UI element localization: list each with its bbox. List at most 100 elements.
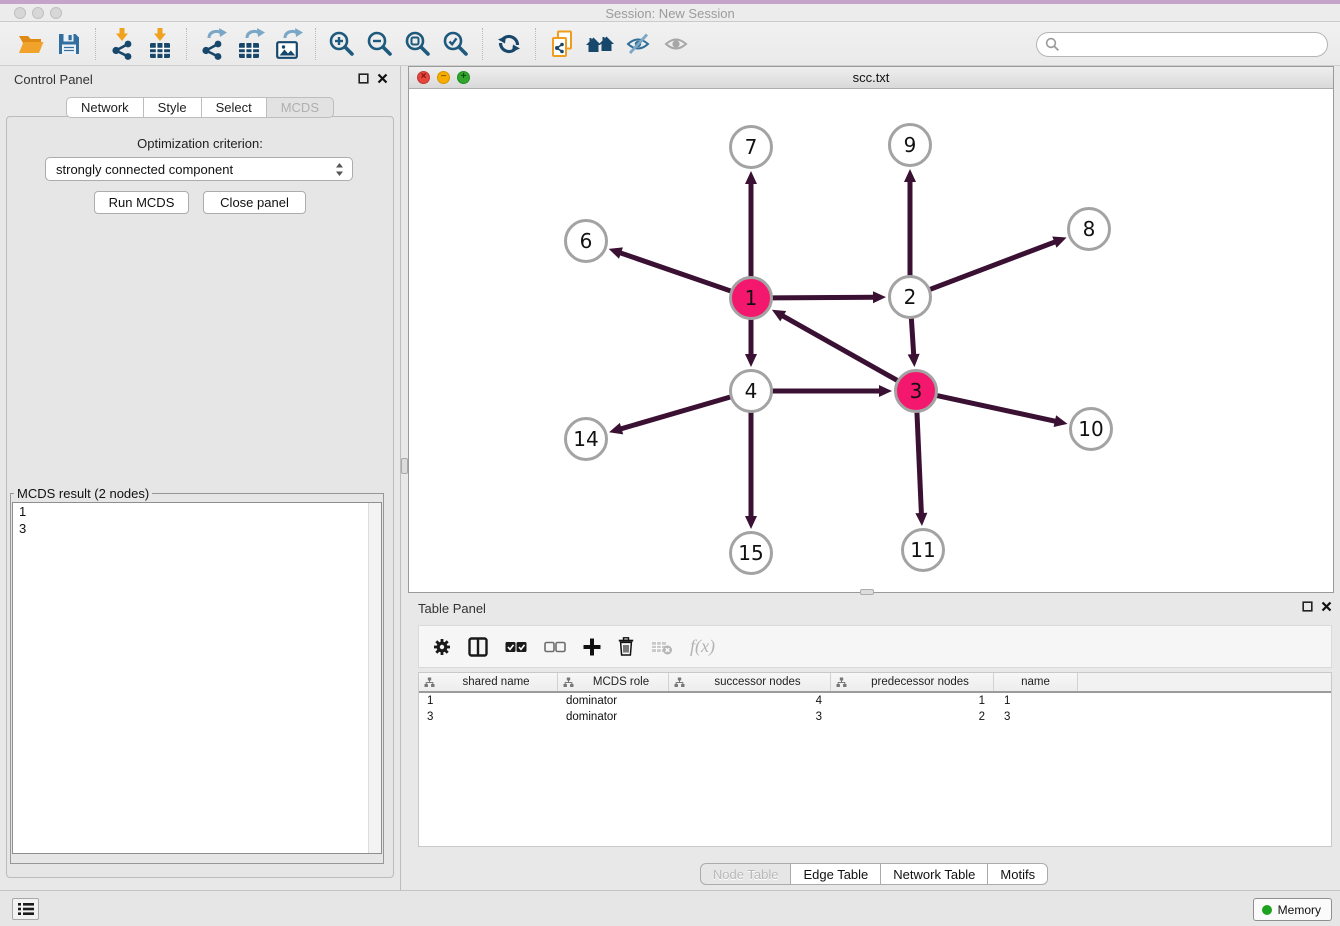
- horizontal-splitter-grip[interactable]: [860, 589, 874, 595]
- float-table-panel-icon[interactable]: [1302, 601, 1313, 612]
- zoom-fit-button[interactable]: [399, 25, 437, 63]
- node-table: shared name MCDS role successor nodes pr…: [418, 672, 1332, 847]
- memory-button[interactable]: Memory: [1253, 898, 1332, 921]
- graph-node-9[interactable]: 9: [888, 123, 932, 167]
- graph-node-1[interactable]: 1: [729, 276, 773, 320]
- export-network-button[interactable]: [194, 25, 232, 63]
- column-header-shared-name[interactable]: shared name: [419, 673, 558, 691]
- tab-node-table[interactable]: Node Table: [700, 863, 792, 885]
- graph-edge-arrow: [879, 385, 892, 397]
- criterion-dropdown[interactable]: strongly connected component: [45, 157, 353, 181]
- cell-mcds-role: dominator: [558, 695, 669, 707]
- result-scrollbar[interactable]: [368, 503, 381, 853]
- column-header-successor-nodes[interactable]: successor nodes: [669, 673, 831, 691]
- close-panel-icon[interactable]: [377, 73, 388, 84]
- memory-label: Memory: [1278, 903, 1321, 917]
- refresh-icon: [496, 31, 522, 57]
- delete-table-icon-disabled: [651, 639, 673, 655]
- graph-edge[interactable]: [937, 396, 1056, 422]
- tab-network-table[interactable]: Network Table: [881, 863, 988, 885]
- column-header-name[interactable]: name: [994, 673, 1078, 691]
- graph-node-7[interactable]: 7: [729, 125, 773, 169]
- close-panel-button[interactable]: Close panel: [203, 191, 306, 214]
- graph-edge-arrow: [908, 354, 920, 367]
- select-all-icon[interactable]: [505, 640, 527, 654]
- column-header-mcds-role[interactable]: MCDS role: [558, 673, 669, 691]
- table-settings-gear-icon[interactable]: [433, 638, 451, 656]
- column-header-predecessor-nodes[interactable]: predecessor nodes: [831, 673, 994, 691]
- optimization-criterion-label: Optimization criterion:: [0, 136, 400, 151]
- table-panel: Table Panel f(x) shared name: [408, 595, 1340, 890]
- graph-node-3[interactable]: 3: [894, 369, 938, 413]
- delete-column-trash-icon[interactable]: [618, 637, 634, 656]
- graph-node-8[interactable]: 8: [1067, 207, 1111, 251]
- table-row[interactable]: 1 dominator 4 1 1: [419, 693, 1331, 709]
- toolbar-separator: [186, 28, 187, 60]
- vertical-splitter[interactable]: [400, 66, 408, 890]
- graph-edge-arrow: [915, 513, 927, 526]
- cell-successor-nodes: 3: [669, 711, 831, 723]
- network-file-title: scc.txt: [409, 70, 1333, 85]
- home-button[interactable]: [581, 25, 619, 63]
- tab-network[interactable]: Network: [66, 97, 144, 118]
- task-history-button[interactable]: [12, 898, 39, 920]
- graph-node-10[interactable]: 10: [1069, 407, 1113, 451]
- export-image-button[interactable]: [270, 25, 308, 63]
- control-panel-header: Control Panel: [0, 66, 400, 94]
- clone-network-icon: [549, 30, 575, 58]
- graph-edge[interactable]: [911, 319, 913, 356]
- save-button[interactable]: [50, 25, 88, 63]
- zoom-fit-icon: [404, 30, 432, 58]
- close-table-panel-icon[interactable]: [1321, 601, 1332, 612]
- result-node-id: 3: [13, 520, 381, 537]
- table-tabs: Node Table Edge Table Network Table Moti…: [408, 863, 1340, 885]
- splitter-grip[interactable]: [401, 458, 408, 474]
- hide-selected-button[interactable]: [619, 25, 657, 63]
- graph-edge[interactable]: [917, 413, 921, 515]
- graph-node-14[interactable]: 14: [564, 417, 608, 461]
- run-mcds-button[interactable]: Run MCDS: [94, 191, 189, 214]
- graph-node-6[interactable]: 6: [564, 219, 608, 263]
- network-canvas[interactable]: 7 9 6 8 1 2 4 3 14 10 15 11: [409, 89, 1333, 592]
- mcds-result-title: MCDS result (2 nodes): [14, 486, 152, 501]
- open-button[interactable]: [12, 25, 50, 63]
- tab-motifs[interactable]: Motifs: [988, 863, 1048, 885]
- tab-style[interactable]: Style: [144, 97, 202, 118]
- import-network-button[interactable]: [103, 25, 141, 63]
- search-input[interactable]: [1064, 35, 1327, 55]
- graph-node-11[interactable]: 11: [901, 528, 945, 572]
- eye-disabled-icon: [663, 32, 689, 56]
- os-titlebar: Session: New Session: [0, 4, 1340, 22]
- tab-select[interactable]: Select: [202, 97, 267, 118]
- graph-edges-layer[interactable]: [409, 89, 1333, 592]
- zoom-in-button[interactable]: [323, 25, 361, 63]
- zoom-out-button[interactable]: [361, 25, 399, 63]
- table-row[interactable]: 3 dominator 3 2 3: [419, 709, 1331, 725]
- graph-node-4[interactable]: 4: [729, 369, 773, 413]
- mcds-result-list[interactable]: 1 3: [12, 502, 382, 854]
- deselect-all-icon[interactable]: [544, 640, 566, 654]
- add-column-icon[interactable]: [583, 638, 601, 656]
- clone-network-button[interactable]: [543, 25, 581, 63]
- float-panel-icon[interactable]: [358, 73, 369, 84]
- double-home-icon: [585, 32, 615, 56]
- save-icon: [57, 32, 81, 56]
- application-window: Session: New Session: [0, 0, 1340, 926]
- show-hidden-button[interactable]: [657, 25, 695, 63]
- graph-node-15[interactable]: 15: [729, 531, 773, 575]
- tab-mcds[interactable]: MCDS: [267, 97, 334, 118]
- import-table-button[interactable]: [141, 25, 179, 63]
- tab-edge-table[interactable]: Edge Table: [791, 863, 881, 885]
- graph-edge[interactable]: [773, 297, 875, 298]
- zoom-selected-button[interactable]: [437, 25, 475, 63]
- graph-edge[interactable]: [931, 241, 1057, 289]
- graph-edge[interactable]: [781, 315, 896, 380]
- network-window-titlebar[interactable]: × − + scc.txt: [409, 67, 1333, 89]
- show-columns-icon[interactable]: [468, 637, 488, 657]
- graph-edge[interactable]: [619, 252, 730, 290]
- graph-edge[interactable]: [620, 397, 730, 429]
- graph-node-2[interactable]: 2: [888, 275, 932, 319]
- export-table-button[interactable]: [232, 25, 270, 63]
- search-field[interactable]: [1036, 32, 1328, 57]
- refresh-button[interactable]: [490, 25, 528, 63]
